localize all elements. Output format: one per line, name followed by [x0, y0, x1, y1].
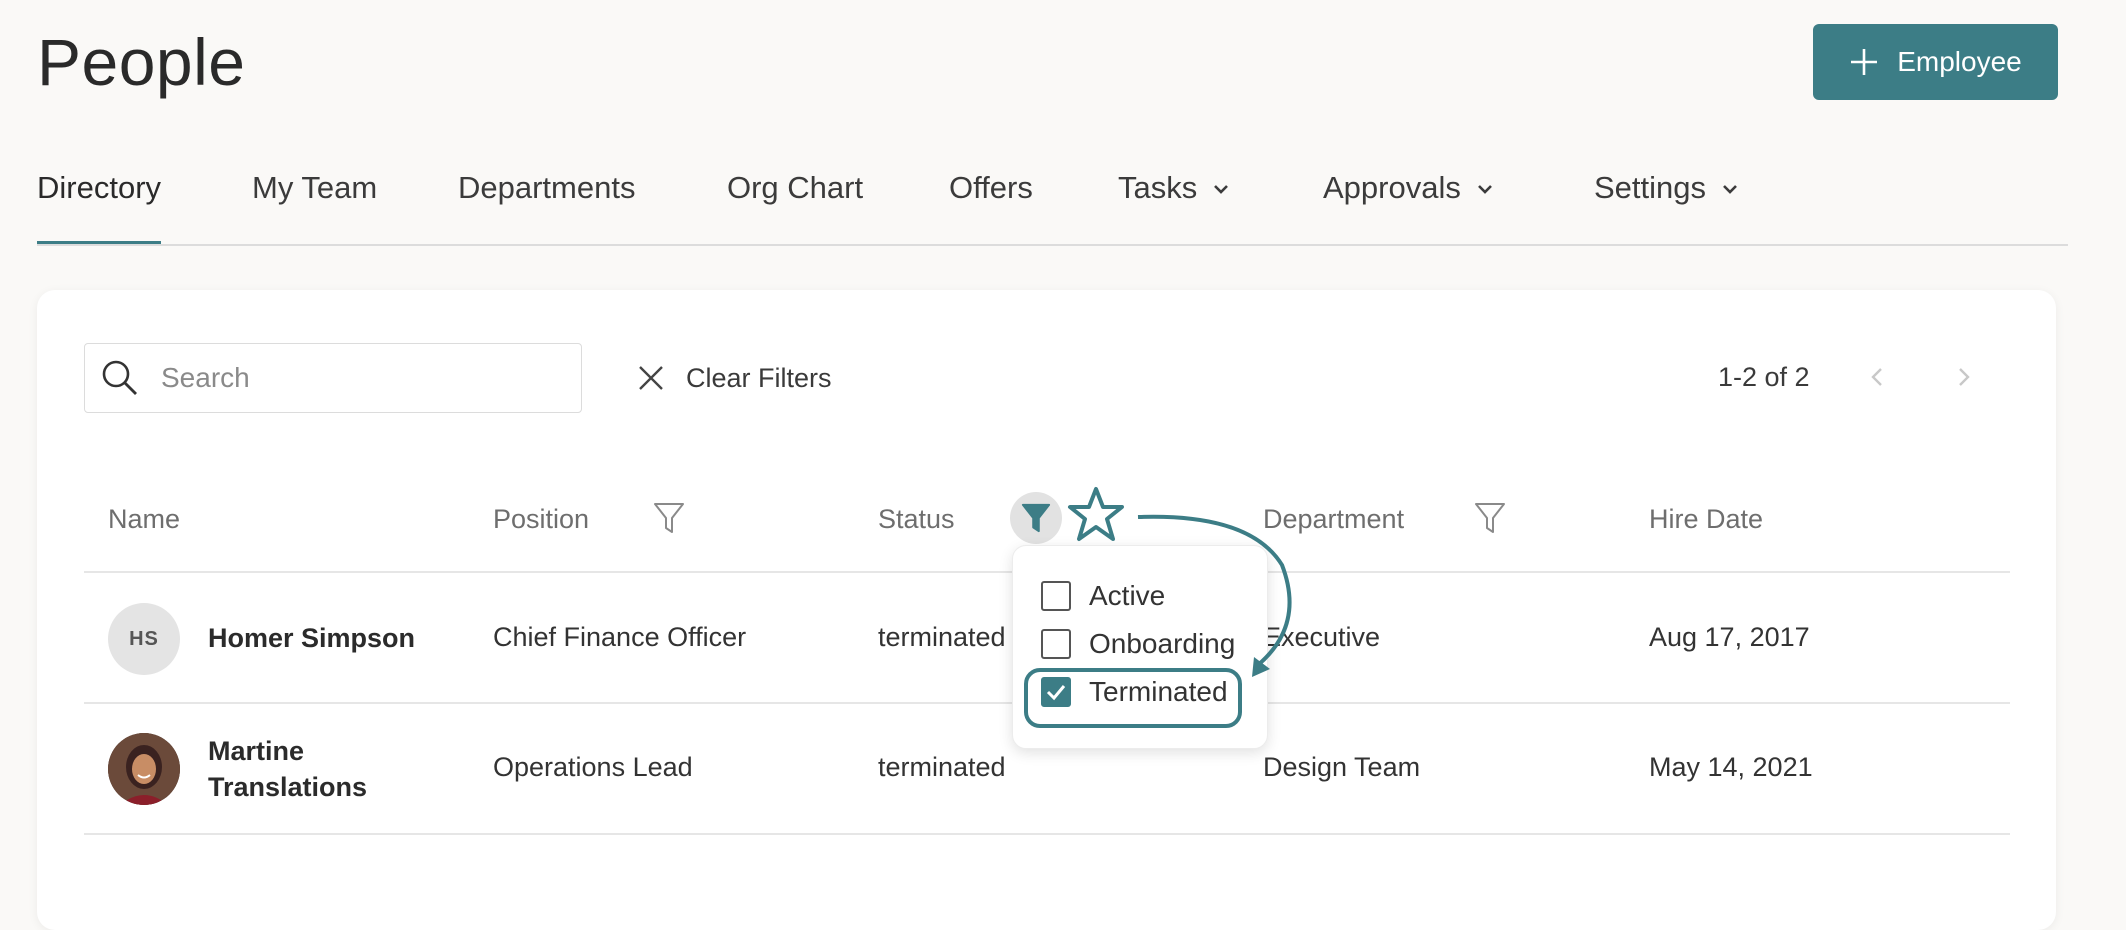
add-employee-button[interactable]: Employee — [1813, 24, 2058, 100]
search-icon — [102, 360, 137, 395]
tab-org-chart[interactable]: Org Chart — [727, 170, 863, 244]
star-icon — [1068, 487, 1124, 541]
page-title: People — [37, 25, 246, 99]
filter-icon — [1021, 503, 1051, 533]
chevron-left-icon[interactable] — [1862, 362, 1892, 392]
employee-position: Operations Lead — [493, 752, 693, 782]
column-header-hire-date[interactable]: Hire Date — [1649, 504, 1763, 535]
employee-name-line: Translations — [208, 772, 368, 802]
chevron-right-icon[interactable] — [1949, 362, 1979, 392]
pagination-count: 1-2 of 2 — [1718, 362, 1810, 392]
tab-offers[interactable]: Offers — [949, 170, 1033, 244]
employee-name[interactable]: Homer Simpson — [208, 620, 415, 656]
column-header-position[interactable]: Position — [493, 504, 589, 535]
clear-filters-label: Clear Filters — [686, 362, 832, 393]
add-employee-label: Employee — [1897, 46, 2022, 77]
chevron-down-icon — [1723, 185, 1737, 194]
chevron-down-icon — [1214, 185, 1229, 194]
employee-status: terminated — [878, 752, 1006, 782]
employee-hire-date: May 14, 2021 — [1649, 752, 1813, 782]
plus-icon — [1851, 49, 1878, 75]
tab-settings[interactable]: Settings — [1594, 170, 1740, 244]
chevron-down-icon — [1477, 185, 1492, 194]
employee-hire-date: Aug 17, 2017 — [1649, 622, 1810, 652]
search-box[interactable] — [84, 343, 582, 413]
employee-status: terminated — [878, 622, 1006, 652]
employee-name-line: Martine — [208, 736, 305, 766]
tab-departments[interactable]: Departments — [458, 170, 635, 244]
avatar: HS — [108, 603, 180, 675]
filter-icon[interactable] — [652, 500, 686, 536]
checkbox[interactable] — [1041, 581, 1071, 611]
search-input[interactable] — [159, 361, 543, 395]
close-icon — [639, 366, 663, 390]
status-filter-button[interactable] — [1010, 492, 1062, 544]
column-header-name[interactable]: Name — [108, 504, 180, 535]
tab-tasks[interactable]: Tasks — [1118, 170, 1231, 244]
tab-my-team[interactable]: My Team — [252, 170, 377, 244]
employee-position: Chief Finance Officer — [493, 622, 747, 652]
tab-approvals[interactable]: Approvals — [1323, 170, 1495, 244]
clear-filters-button[interactable]: Clear Filters — [638, 358, 832, 398]
tab-directory[interactable]: Directory — [37, 170, 162, 244]
tab-bar: Directory My Team Departments Org Chart … — [37, 150, 2068, 246]
row-divider — [84, 833, 2010, 835]
arrow-icon — [1137, 514, 1292, 677]
avatar-photo — [108, 733, 180, 805]
filter-icon[interactable] — [1473, 500, 1507, 536]
employee-name[interactable]: Martine Translations — [208, 733, 367, 805]
column-header-status[interactable]: Status — [878, 504, 955, 535]
avatar — [108, 733, 180, 805]
employee-department: Design Team — [1263, 752, 1421, 782]
checkbox[interactable] — [1041, 629, 1071, 659]
